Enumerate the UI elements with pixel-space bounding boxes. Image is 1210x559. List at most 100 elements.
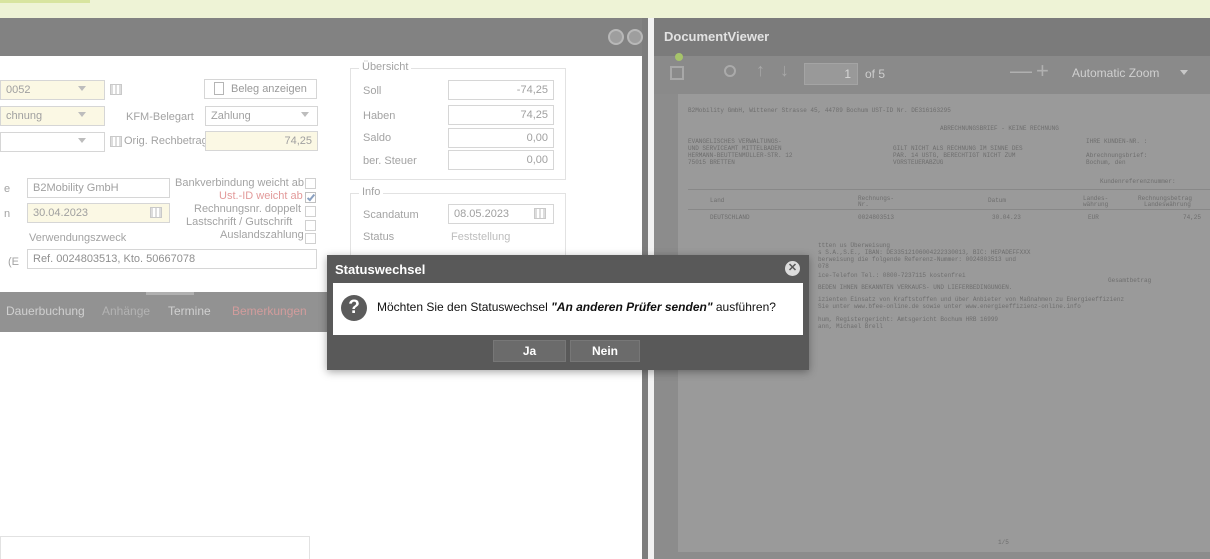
flag-lastschrift-checkbox[interactable] [305, 220, 316, 231]
document-icon [214, 82, 224, 95]
flag-bankverbindung-checkbox[interactable] [305, 178, 316, 189]
doc-col-waehrung: währung [1083, 201, 1109, 208]
buchungsart-field[interactable]: chnung [0, 106, 105, 126]
haben-label: Haben [363, 110, 396, 122]
tab-dauerbuchung[interactable]: Dauerbuchung [6, 304, 85, 318]
flag-ustid-checkbox[interactable] [305, 192, 316, 203]
doc-row-datum: 30.04.23 [992, 214, 1021, 221]
top-strip-accent [0, 0, 90, 3]
doc-gesamtbetrag: Gesamtbetrag [1108, 277, 1152, 284]
kreditor-field[interactable]: B2Mobility GmbH [27, 178, 170, 198]
doc-zahlung-2: s S.A.,S.E., IBAN: DE3351210600422233001… [818, 249, 1031, 256]
tab-anhaenge[interactable]: Anhänge [102, 304, 150, 318]
question-icon: ? [341, 295, 367, 321]
page-current: 1 [844, 67, 851, 81]
doc-energie-2: Sie unter www.bfee-online.de sowie unter… [818, 303, 1081, 310]
doc-address-2: UND SERVICEAMT MITTELBADEN [688, 145, 782, 152]
orig-rechbetrag-value: 74,25 [284, 135, 312, 147]
doc-zahlung-1: ttten us Überweisung [818, 242, 891, 249]
left-cut-label-2: n [4, 208, 11, 220]
doc-address-1: EVANGELISCHES VERWALTUNGS- [688, 138, 782, 145]
doc-abrechnungsbrief: Abrechnungsbrief: [1086, 152, 1148, 159]
tab-indicator [146, 292, 194, 295]
scandatum-label: Scandatum [363, 209, 419, 221]
notification-dot-icon [675, 53, 683, 61]
flag-bankverbindung-label: Bankverbindung weicht ab [175, 177, 305, 189]
tab-termine[interactable]: Termine [168, 304, 211, 318]
soll-value: -74,25 [516, 84, 548, 96]
ber-steuer-value: 0,00 [526, 154, 548, 166]
verwendungszweck-field[interactable]: Ref. 0024803513, Kto. 50667078 [27, 249, 317, 269]
no-button[interactable]: Nein [570, 340, 640, 362]
dialog-message-action: "An anderen Prüfer senden" [551, 300, 713, 314]
calendar-icon [534, 208, 546, 219]
doc-row-waehrung: EUR [1088, 214, 1099, 221]
checkmark-icon [306, 192, 316, 202]
chevron-down-icon [301, 112, 309, 117]
doc-agb: BEDEN IHNEN BEKANNTEN VERKAUFS- UND LIEF… [818, 284, 1013, 291]
doc-kunden-nr: IHRE KUNDEN-NR. : [1086, 138, 1148, 145]
calculator-icon[interactable] [110, 84, 122, 95]
left-cut-label-1: e [4, 183, 11, 195]
status-label: Status [363, 231, 395, 243]
doc-zahlung-4: 078 [818, 263, 829, 270]
flag-rechnungsnr-checkbox[interactable] [305, 206, 316, 217]
dialog-close-icon[interactable]: ✕ [785, 261, 800, 276]
flag-rechnungsnr-label: Rechnungsnr. doppelt [194, 203, 302, 215]
orig-rechbetrag-label: Orig. Rechbetrag [124, 135, 208, 147]
doc-col-landeswaehrung: Landeswährung [1144, 201, 1191, 208]
notes-area[interactable] [0, 536, 310, 559]
zoom-select[interactable]: Automatic Zoom [1066, 63, 1196, 85]
chevron-down-icon [78, 138, 86, 143]
tab-bemerkungen[interactable]: Bemerkungen [232, 304, 307, 318]
sidebar-toggle-icon[interactable] [670, 66, 684, 80]
beleg-anzeigen-label: Beleg anzeigen [231, 83, 307, 95]
settings-icon[interactable] [608, 29, 624, 45]
doc-energie-1: izienten Einsatz von Kraftstoffen und üb… [818, 296, 1125, 303]
doc-note-2: PAR. 14 USTG, BERECHTIGT NICHT ZUM [893, 152, 1016, 159]
kreditor-value: B2Mobility GmbH [33, 182, 119, 194]
tab-bar: Dauerbuchung Anhänge Termine Bemerkungen [0, 292, 345, 332]
dialog-message-pre: Möchten Sie den Statuswechsel [377, 300, 552, 314]
close-icon[interactable] [627, 29, 643, 45]
arrow-up-icon[interactable]: ↑ [756, 60, 765, 81]
page-total: of 5 [865, 67, 886, 81]
dialog-message-post: ausführen? [712, 300, 776, 314]
calculator-icon[interactable] [110, 136, 122, 147]
ber-steuer-field: 0,00 [448, 150, 554, 170]
flag-auslandszahlung-checkbox[interactable] [305, 233, 316, 244]
zoom-in-icon[interactable]: + [1036, 58, 1049, 84]
datum-field[interactable]: 30.04.2023 [27, 203, 170, 223]
yes-button[interactable]: Ja [493, 340, 566, 362]
doc-col-land: Land [710, 197, 725, 204]
doc-col-nr: Nr. [858, 201, 869, 208]
doc-row-betrag: 74,25 [1183, 214, 1202, 221]
doc-sender-line: B2Mobility GmbH, Wittener Strasse 45, 44… [688, 107, 951, 114]
left-cut-label-3: (E [8, 256, 19, 268]
doc-geschaeftsfuehrung: ann, Michael Brell [818, 323, 883, 330]
calendar-icon[interactable] [150, 207, 162, 218]
doc-address-4: 75015 BRETTEN [688, 159, 735, 166]
doc-kundenreferenz: Kundenreferenznummer: [1100, 178, 1176, 185]
search-icon[interactable] [724, 65, 736, 77]
doc-note-1: GILT NICHT ALS RECHNUNG IM SINNE DES [893, 145, 1023, 152]
haben-value: 74,25 [520, 109, 548, 121]
doc-col-datum: Datum [988, 197, 1007, 204]
saldo-label: Saldo [363, 132, 392, 144]
zoom-out-icon[interactable]: — [1010, 58, 1032, 84]
page-number-input[interactable]: 1 [804, 63, 858, 85]
orig-rechbetrag-field[interactable]: 74,25 [205, 131, 318, 151]
saldo-value: 0,00 [526, 132, 548, 144]
doc-row-nr: 0024803513 [858, 214, 895, 221]
scandatum-value: 08.05.2023 [454, 208, 510, 220]
info-title: Info [359, 186, 384, 198]
doc-page-footer: 1/5 [998, 539, 1009, 546]
doc-rule [688, 189, 1210, 190]
kfm-belegart-label: KFM-Belegart [126, 111, 194, 123]
third-select[interactable] [0, 132, 105, 152]
beleg-nr-value: 0052 [6, 84, 31, 96]
arrow-down-icon[interactable]: ↓ [780, 60, 789, 81]
kfm-belegart-select[interactable]: Zahlung [205, 106, 318, 126]
beleg-nr-field[interactable]: 0052 [0, 80, 105, 100]
dialog-message: Möchten Sie den Statuswechsel "An andere… [377, 300, 776, 314]
